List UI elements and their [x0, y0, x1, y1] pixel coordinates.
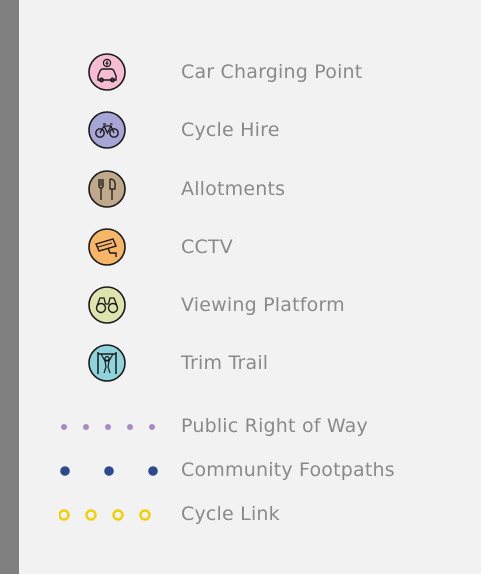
- binoculars-icon: [87, 285, 127, 325]
- legend-label: Public Right of Way: [181, 415, 368, 437]
- legend-item-cycle-hire: Cycle Hire: [19, 110, 481, 150]
- car-charging-icon: [87, 52, 127, 92]
- trim-trail-icon: [87, 343, 127, 383]
- map-legend: Car Charging Point Cycle Hire Allotments: [19, 0, 481, 574]
- bicycle-icon: [87, 110, 127, 150]
- legend-label: Trim Trail: [181, 352, 269, 374]
- legend-item-viewing-platform: Viewing Platform: [19, 285, 481, 325]
- fork-spade-icon: [87, 169, 127, 209]
- legend-label: CCTV: [181, 236, 233, 258]
- legend-line-public-right-of-way: Public Right of Way: [19, 414, 481, 440]
- legend-item-trim-trail: Trim Trail: [19, 343, 481, 383]
- legend-label: Community Footpaths: [181, 459, 395, 481]
- legend-label: Car Charging Point: [181, 61, 363, 83]
- legend-item-allotments: Allotments: [19, 169, 481, 209]
- large-dots-line-icon: [59, 458, 159, 484]
- legend-item-cctv: CCTV: [19, 227, 481, 267]
- hollow-dots-line-icon: [59, 502, 159, 528]
- small-dots-line-icon: [59, 414, 159, 440]
- legend-label: Cycle Link: [181, 503, 280, 525]
- legend-line-community-footpaths: Community Footpaths: [19, 458, 481, 484]
- legend-label: Viewing Platform: [181, 294, 345, 316]
- legend-line-cycle-link: Cycle Link: [19, 502, 481, 528]
- legend-label: Cycle Hire: [181, 119, 280, 141]
- legend-label: Allotments: [181, 178, 286, 200]
- cctv-camera-icon: [87, 227, 127, 267]
- legend-item-car-charging: Car Charging Point: [19, 52, 481, 92]
